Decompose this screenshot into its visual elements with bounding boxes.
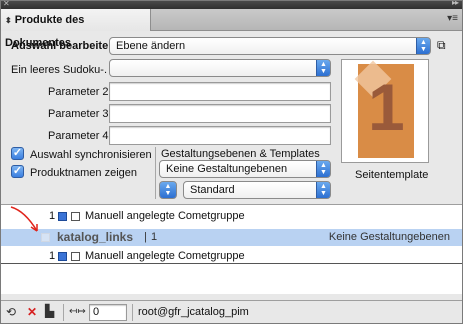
parameter-3-input[interactable] xyxy=(109,104,331,123)
layers-value: Keine Gestaltungebenen xyxy=(166,163,288,175)
list-row-divider xyxy=(1,263,462,264)
row-name: katalog_links xyxy=(57,230,134,244)
template-dropdown[interactable]: ▲ ▼ xyxy=(109,59,331,77)
list-row[interactable]: 1 Manuell angelegte Cometgruppe xyxy=(1,248,462,264)
page-template-preview: 1 xyxy=(341,59,429,163)
product-list: 1 Manuell angelegte Cometgruppe katalog_… xyxy=(1,205,462,294)
row-count: 1 xyxy=(49,210,56,222)
selection-value: Ebene ändern xyxy=(116,40,186,52)
preview-caption: Seitentemplate xyxy=(355,169,429,181)
parameter-2-input[interactable] xyxy=(109,82,331,101)
footer-toolbar: ⟲ ✕ ▙ ↤↦ 0 root@gfr_jcatalog_pim xyxy=(1,300,462,323)
annotation-arrow-icon xyxy=(10,206,38,232)
row-count: 1 xyxy=(151,231,158,243)
selection-dropdown[interactable]: Ebene ändern ▲ ▼ xyxy=(109,37,431,55)
selection-label: Auswahl bearbeiten xyxy=(11,40,115,52)
spacing-icon: ↤↦ xyxy=(69,306,86,317)
template-mode-stepper[interactable]: ▲ ▼ xyxy=(159,181,177,199)
footer-separator xyxy=(63,304,64,321)
template-label: Ein leeres Sudoku-... xyxy=(11,64,107,76)
page-number: 1 xyxy=(368,70,405,144)
layers-heading: Gestaltungsebenen & Templates xyxy=(161,148,320,160)
dropdown-stepper-icon: ▲ ▼ xyxy=(416,38,430,54)
panel-titlebar: ✕ ▸▸ xyxy=(1,0,462,9)
row-count: 1 xyxy=(49,250,56,262)
dropdown-stepper-icon: ▲ ▼ xyxy=(316,161,330,177)
color-swatch-icon xyxy=(58,252,67,261)
parameter-2-label: Parameter 2 xyxy=(48,86,109,98)
sync-selection-checkbox[interactable]: ✓ xyxy=(11,147,24,160)
tab-bar: ⬍ Produkte des Dokumentes ▾≡ xyxy=(1,9,462,49)
delete-icon[interactable]: ✕ xyxy=(27,305,37,319)
group-separator xyxy=(155,147,156,199)
row-layer: Keine Gestaltungebenen xyxy=(328,231,450,243)
page-thumbnail: 1 xyxy=(354,60,414,158)
dropdown-stepper-icon: ▲ ▼ xyxy=(316,60,330,76)
row-name: Manuell angelegte Cometgruppe xyxy=(85,250,245,262)
standard-dropdown[interactable]: Standard ▲ ▼ xyxy=(183,181,331,199)
checkbox-icon[interactable] xyxy=(71,212,80,221)
list-row-selected[interactable]: katalog_links | 1 Keine Gestaltungebenen xyxy=(1,229,462,246)
refresh-icon[interactable]: ⟲ xyxy=(6,305,16,319)
parameter-3-label: Parameter 3 xyxy=(48,108,109,120)
show-product-names-checkbox[interactable]: ✓ xyxy=(11,165,24,178)
copy-icon[interactable]: ⧉ xyxy=(437,38,446,53)
tab-arrows-icon: ⬍ xyxy=(5,16,12,25)
connection-label: root@gfr_jcatalog_pim xyxy=(138,306,249,318)
spacing-value: 0 xyxy=(93,306,100,318)
standard-value: Standard xyxy=(190,184,235,196)
show-product-names-label: Produktnamen zeigen xyxy=(30,167,138,179)
align-icon[interactable]: ▙ xyxy=(45,304,54,318)
close-icon[interactable]: ✕ xyxy=(3,0,10,8)
collapse-icon[interactable]: ▸▸ xyxy=(452,0,459,7)
footer-separator xyxy=(132,304,133,321)
row-count-separator: | xyxy=(144,231,147,243)
checkbox-icon[interactable] xyxy=(71,252,80,261)
tab-products[interactable]: ⬍ Produkte des Dokumentes xyxy=(1,9,151,49)
color-swatch-icon xyxy=(58,212,67,221)
dropdown-stepper-icon: ▲ ▼ xyxy=(316,182,330,198)
list-row[interactable]: 1 Manuell angelegte Cometgruppe xyxy=(1,208,462,224)
parameter-4-label: Parameter 4 xyxy=(48,130,109,142)
row-name: Manuell angelegte Cometgruppe xyxy=(85,210,245,222)
sync-selection-label: Auswahl synchronisieren xyxy=(30,149,152,161)
layers-dropdown[interactable]: Keine Gestaltungebenen ▲ ▼ xyxy=(159,160,331,178)
products-panel: ✕ ▸▸ ⬍ Produkte des Dokumentes ▾≡ Auswahl… xyxy=(0,0,463,324)
parameter-4-input[interactable] xyxy=(109,126,331,145)
panel-menu-icon[interactable]: ▾≡ xyxy=(447,13,458,25)
stepper-icon: ▲ ▼ xyxy=(160,182,176,198)
spacing-input[interactable]: 0 xyxy=(89,304,127,321)
